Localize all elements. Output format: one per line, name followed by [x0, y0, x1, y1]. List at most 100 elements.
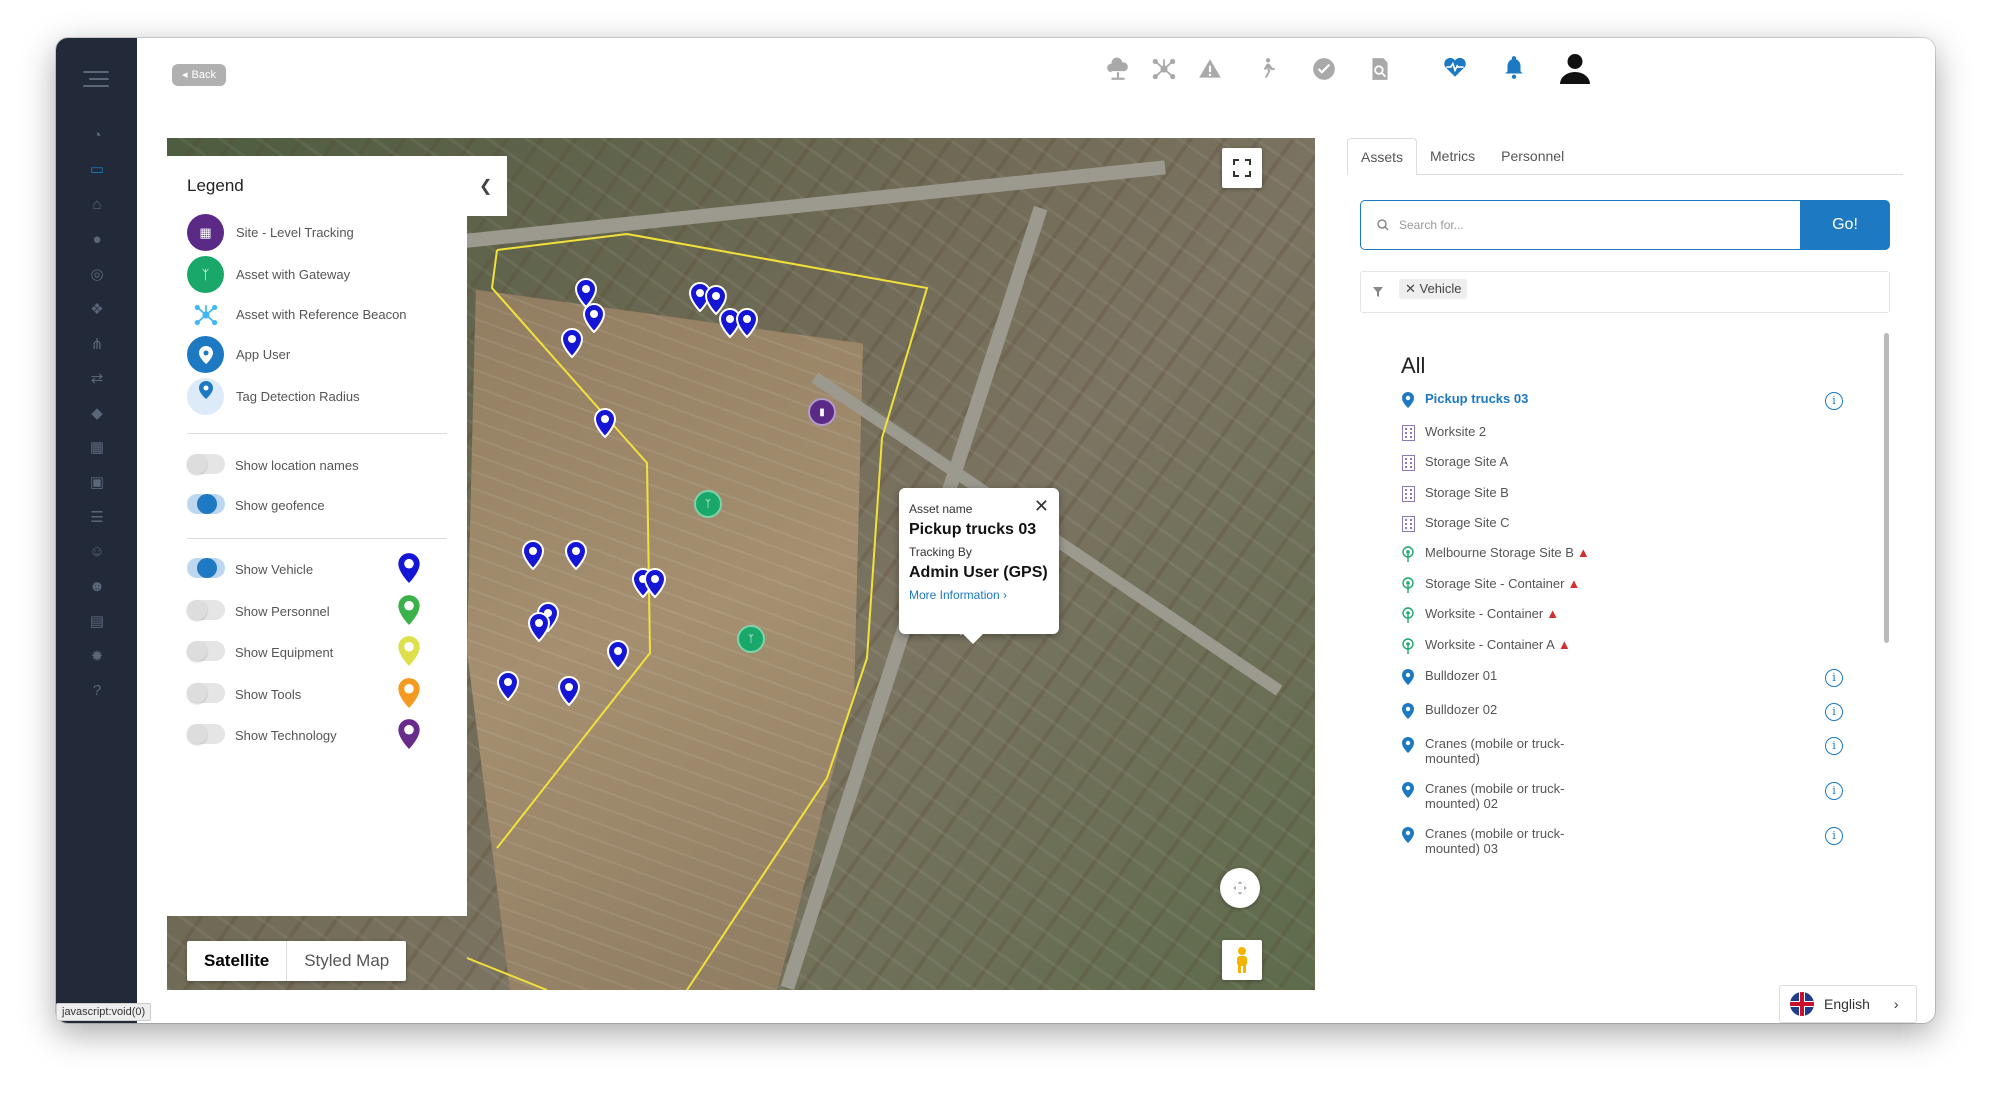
bell-icon[interactable] [1499, 52, 1529, 82]
layer-pin-icon [397, 594, 421, 626]
vehicle-marker[interactable] [527, 611, 551, 643]
user-avatar-icon[interactable] [1556, 50, 1594, 88]
layer-toggle[interactable] [187, 599, 225, 620]
asset-list-item[interactable]: Storage Site A [1401, 454, 1508, 472]
home-icon[interactable]: ⌂ [86, 193, 108, 215]
location-icon[interactable]: ● [86, 228, 108, 250]
filter-chip-vehicle[interactable]: ✕ Vehicle [1399, 279, 1468, 299]
monitor-icon[interactable]: ▭ [86, 158, 108, 180]
tracking-value: Admin User (GPS) [909, 564, 1048, 581]
tab-assets[interactable]: Assets [1347, 138, 1418, 175]
layer-toggle[interactable] [187, 558, 225, 578]
layer-toggle[interactable] [187, 682, 225, 703]
geofence-toggle[interactable] [187, 494, 225, 514]
check-circle-icon[interactable] [1309, 54, 1339, 84]
radar-icon[interactable]: ◎ [86, 263, 108, 285]
info-icon[interactable]: i [1825, 737, 1843, 755]
vehicle-marker[interactable] [521, 539, 545, 571]
asset-list-item[interactable]: Bulldozer 01 [1401, 668, 1497, 686]
location-names-toggle[interactable] [187, 454, 225, 474]
person-walking-icon[interactable] [1252, 54, 1282, 84]
app-window: ◔ ▭ ⌂ ● ◎ ❖ ⋔ ⇄ ◆ ▦ ▣ ☰ ☺ ☻ ▤ ✹? ◂ Back [56, 38, 1935, 1023]
search-input[interactable]: Search for... [1360, 200, 1800, 250]
shuffle-icon[interactable]: ⇄ [86, 367, 108, 389]
list-icon[interactable]: ☰ [86, 506, 108, 528]
menu-icon[interactable] [83, 71, 109, 91]
warning-icon[interactable] [1195, 54, 1225, 84]
heart-pulse-icon[interactable] [1440, 52, 1470, 82]
info-icon[interactable]: i [1825, 782, 1843, 800]
briefcase-icon[interactable]: ▣ [86, 471, 108, 493]
styled-map-button[interactable]: Styled Map [287, 941, 406, 981]
layer-toggle-label: Show Equipment [235, 645, 334, 660]
asset-list-item[interactable]: Storage Site - Container ▲ [1401, 576, 1580, 594]
info-icon[interactable]: i [1825, 827, 1843, 845]
chevron-left-icon[interactable]: ❮ [479, 176, 492, 196]
fullscreen-button[interactable] [1222, 148, 1262, 188]
vehicle-marker[interactable] [643, 567, 667, 599]
tag-icon[interactable]: ◆ [86, 402, 108, 424]
vehicle-marker[interactable] [582, 302, 606, 334]
asset-list-item[interactable]: Storage Site C [1401, 515, 1510, 533]
hub-icon[interactable] [1149, 54, 1179, 84]
gateway-asset-marker[interactable]: ᛉ [694, 490, 722, 518]
asset-list-item[interactable]: Worksite - Container A ▲ [1401, 637, 1571, 655]
site-level-tracking-marker[interactable]: ▮ [808, 398, 836, 426]
asset-list-item[interactable]: Worksite - Container ▲ [1401, 606, 1559, 624]
report-icon[interactable]: ▤ [86, 610, 108, 632]
vehicle-marker[interactable] [557, 675, 581, 707]
vehicle-marker[interactable] [593, 407, 617, 439]
layer-toggle[interactable] [187, 641, 225, 661]
asset-list-item-label: Bulldozer 01 [1425, 668, 1498, 683]
map-pan-control[interactable] [1220, 868, 1260, 908]
calendar-icon[interactable]: ▦ [86, 436, 108, 458]
satellite-button[interactable]: Satellite [187, 941, 288, 981]
asset-list-item-label: Worksite - Container ▲ [1425, 606, 1560, 621]
filter-box[interactable]: ✕ Vehicle [1360, 271, 1890, 313]
close-icon[interactable]: ✕ [1034, 496, 1049, 517]
person-icon[interactable]: ☺ [86, 540, 108, 562]
map-view[interactable]: ▮ ᛉ ᛉ Satellite Styled Map Legend ❮ ▦ Si… [167, 138, 1315, 990]
asset-list-item[interactable]: Storage Site B [1401, 485, 1509, 503]
tags-icon[interactable]: ❖ [86, 298, 108, 320]
asset-list-item[interactable]: Cranes (mobile or truck-mounted) 02 [1401, 781, 1565, 811]
panel-tabs: Assets Metrics Personnel [1347, 138, 1577, 175]
asset-list-item[interactable]: Worksite 2 [1401, 424, 1486, 442]
back-button[interactable]: ◂ Back [172, 64, 226, 86]
asset-list-item[interactable]: Pickup trucks 03 [1401, 391, 1528, 409]
vehicle-marker[interactable] [735, 307, 759, 339]
gateway-asset-marker[interactable]: ᛉ [737, 625, 765, 653]
asset-info-window: ✕ Asset name Pickup trucks 03 Tracking B… [899, 488, 1059, 644]
close-icon[interactable]: ✕ [1405, 281, 1420, 296]
cloud-network-icon[interactable] [1103, 54, 1133, 84]
tab-personnel[interactable]: Personnel [1488, 138, 1577, 175]
layer-toggle[interactable] [187, 724, 225, 744]
street-view-button[interactable] [1222, 940, 1262, 980]
dashboard-icon[interactable]: ◔ [86, 124, 108, 146]
asset-list-item[interactable]: Cranes (mobile or truck-mounted) [1401, 736, 1565, 766]
tab-metrics[interactable]: Metrics [1417, 138, 1488, 175]
settings-icon[interactable]: ✹ [86, 645, 108, 667]
asset-list-item[interactable]: Melbourne Storage Site B ▲ [1401, 545, 1590, 563]
vehicle-marker[interactable] [560, 327, 584, 359]
asset-list-item[interactable]: Cranes (mobile or truck-mounted) 03 [1401, 826, 1565, 856]
search-document-icon[interactable] [1365, 54, 1395, 84]
vehicle-marker[interactable] [496, 670, 520, 702]
person-tag-icon[interactable]: ☻ [86, 575, 108, 597]
help-icon[interactable]: ? [86, 679, 108, 701]
info-icon[interactable]: i [1825, 392, 1843, 410]
vehicle-marker[interactable] [606, 639, 630, 671]
language-selector[interactable]: English › [1779, 985, 1917, 1023]
info-icon[interactable]: i [1825, 703, 1843, 721]
more-information-link[interactable]: More Information › [909, 588, 1049, 602]
go-button[interactable]: Go! [1800, 200, 1890, 250]
layer-toggle-label: Show Technology [235, 728, 337, 743]
building-icon [1401, 515, 1415, 533]
scrollbar[interactable] [1884, 333, 1889, 643]
layer-toggle-label: Show Personnel [235, 603, 330, 619]
info-icon[interactable]: i [1825, 669, 1843, 687]
vehicle-marker[interactable] [564, 539, 588, 571]
asset-list-item[interactable]: Bulldozer 02 [1401, 702, 1497, 720]
hierarchy-icon[interactable]: ⋔ [86, 333, 108, 355]
divider [187, 433, 447, 434]
